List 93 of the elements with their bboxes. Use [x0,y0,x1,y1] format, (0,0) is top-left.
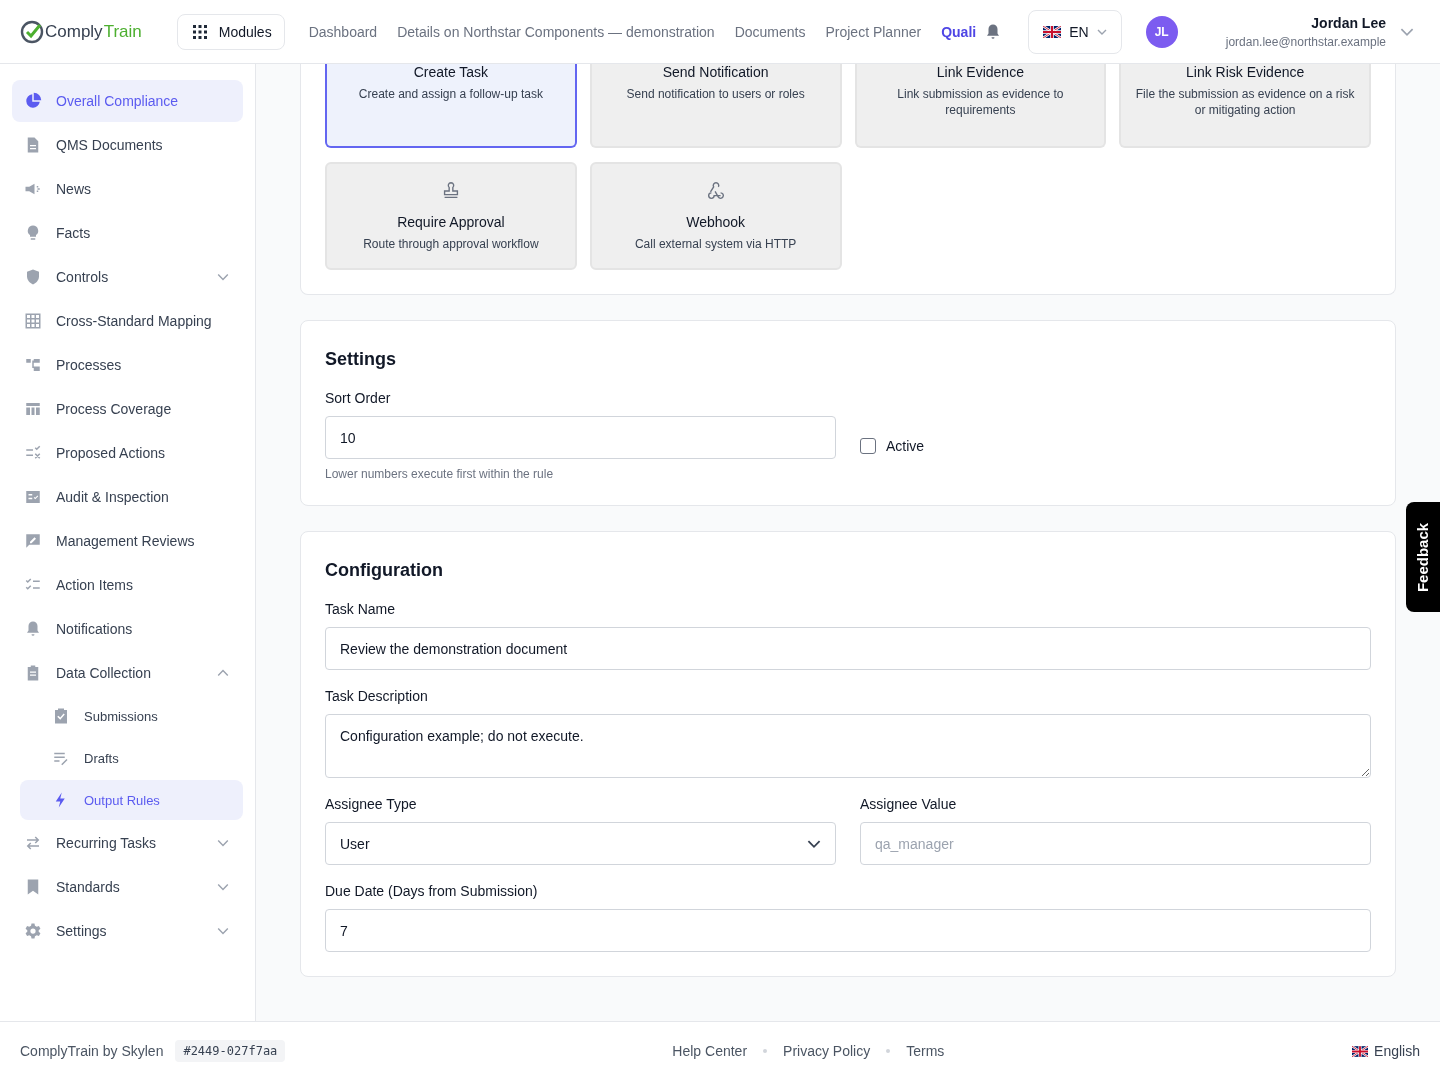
chevron-icon[interactable] [217,837,229,849]
card-title: Link Risk Evidence [1186,64,1305,80]
flowchart-icon [24,356,42,374]
sidebar-item[interactable]: Management Reviews [12,520,243,562]
footer-link[interactable]: Privacy Policy [783,1043,871,1059]
comment-icon [24,532,42,550]
field-hint: Lower numbers execute first within the rule [325,467,555,481]
user-email: jordan.lee@northstar.example [1225,34,1386,49]
action-type-card[interactable]: Webhook Call external system via HTTP [589,162,842,270]
field-label: Task Description [325,688,429,704]
language-link[interactable]: English [1352,1043,1420,1059]
nav-link[interactable]: Dashboard [308,23,378,40]
card-description: Send notification to users or roles [626,86,805,102]
chevron-icon[interactable] [217,881,229,893]
gear-icon [24,922,42,940]
task-description-field[interactable]: Configuration example; do not execute. [325,714,1371,778]
bell-icon [24,620,42,638]
action-type-card[interactable]: Send Notification Send notification to users or roles [589,64,842,148]
assignee-type-select[interactable]: User [325,822,836,865]
feedback-tab[interactable]: Feedback [1406,502,1440,612]
sidebar-item[interactable]: Processes [12,344,243,386]
nav-link[interactable]: Project Planner [825,23,922,40]
chevron-icon[interactable] [217,271,229,283]
footer-link[interactable]: Terms [906,1043,945,1059]
card-title: Require Approval [397,214,505,230]
nav-link[interactable]: Documents [734,23,806,40]
grid-icon [192,24,207,39]
language-button[interactable]: EN [1028,9,1122,54]
card-description: Link submission as evidence to requirements [896,86,1065,118]
panel-title: Configuration [325,560,444,581]
sort-order-field[interactable]: 10 [325,416,836,459]
sidebar-subitem[interactable]: Drafts [20,738,243,778]
sidebar-item[interactable]: Action Items [12,564,243,606]
sidebar-item[interactable]: Process Coverage [12,388,243,430]
due-date-field[interactable]: 7 [325,909,1371,952]
user-name: Jordan Lee [1311,14,1386,31]
logo: ComplyTrain [20,19,142,44]
build-tag: #2449-027f7aa [175,1040,286,1062]
pie-chart-icon [24,92,42,110]
shield-icon [24,268,42,286]
panel-title: Settings [325,349,397,370]
card-title: Link Evidence [936,64,1024,80]
repeat-icon [24,834,42,852]
sidebar-item[interactable]: Data Collection [12,652,243,694]
assignee-value-field[interactable]: qa_manager [860,822,1371,865]
nav-link[interactable]: Quali [941,23,977,40]
flag-icon [1352,1045,1369,1057]
checkbox-label: Active [886,437,925,454]
flag-icon [1043,25,1062,38]
chevron-icon[interactable] [217,925,229,937]
sidebar-item[interactable]: Standards [12,866,243,908]
card-description: Create and assign a follow-up task [358,86,543,102]
action-type-card[interactable]: Create Task Create and assign a follow-up task [325,64,577,148]
sidebar-subitem[interactable]: Output Rules [20,780,243,820]
modules-button[interactable]: Modules [176,13,285,50]
field-label: Assignee Type [325,796,418,812]
sidebar-item[interactable]: Recurring Tasks [12,822,243,864]
footer-brand: ComplyTrain by Skylen [20,1043,164,1059]
card-title: Webhook [686,214,746,230]
card-description: Call external system via HTTP [634,236,797,252]
checklist-card-icon [24,488,42,506]
field-label: Sort Order [325,390,392,406]
field-label: Task Name [325,601,397,617]
chevron-icon[interactable] [217,667,229,679]
action-type-card[interactable]: Link Evidence Link submission as evidence to requirements [854,64,1107,148]
sidebar-item[interactable]: Proposed Actions [12,432,243,474]
sidebar-item[interactable]: Audit & Inspection [12,476,243,518]
clipboard-check-icon [52,707,70,725]
card-description: Route through approval workflow [363,236,539,252]
action-type-card[interactable]: Link Risk Evidence File the submission as evidence on a risk or mitigating action [1119,64,1371,148]
sidebar-subitem[interactable]: Submissions [20,696,243,736]
card-description: File the submission as evidence on a risk or mitigating action [1135,86,1355,118]
nav-link[interactable]: Details on Northstar Components — demonstration [397,23,715,40]
footer-link[interactable]: Help Center [672,1043,748,1059]
sidebar-item[interactable]: Facts [12,212,243,254]
sidebar-item[interactable]: Controls [12,256,243,298]
action-type-card[interactable]: Require Approval Route through approval workflow [325,162,577,270]
sidebar-item[interactable]: Notifications [12,608,243,650]
check-circle-icon [20,19,44,44]
sidebar-item[interactable]: Overall Compliance [12,80,243,122]
task-name-field[interactable]: Review the demonstration document [325,627,1371,670]
sidebar-item[interactable]: News [12,168,243,210]
card-title: Create Task [413,64,489,80]
card-title: Send Notification [662,64,769,80]
sidebar-item[interactable]: Settings [12,910,243,952]
field-label: Due Date (Days from Submission) [325,883,539,899]
avatar[interactable]: JL [1145,15,1178,48]
field-label: Assignee Value [860,796,958,812]
active-checkbox[interactable] [860,437,876,454]
table-icon [24,400,42,418]
grid-icon [24,312,42,330]
sidebar-item[interactable]: Cross-Standard Mapping [12,300,243,342]
sidebar-item[interactable]: QMS Documents [12,124,243,166]
